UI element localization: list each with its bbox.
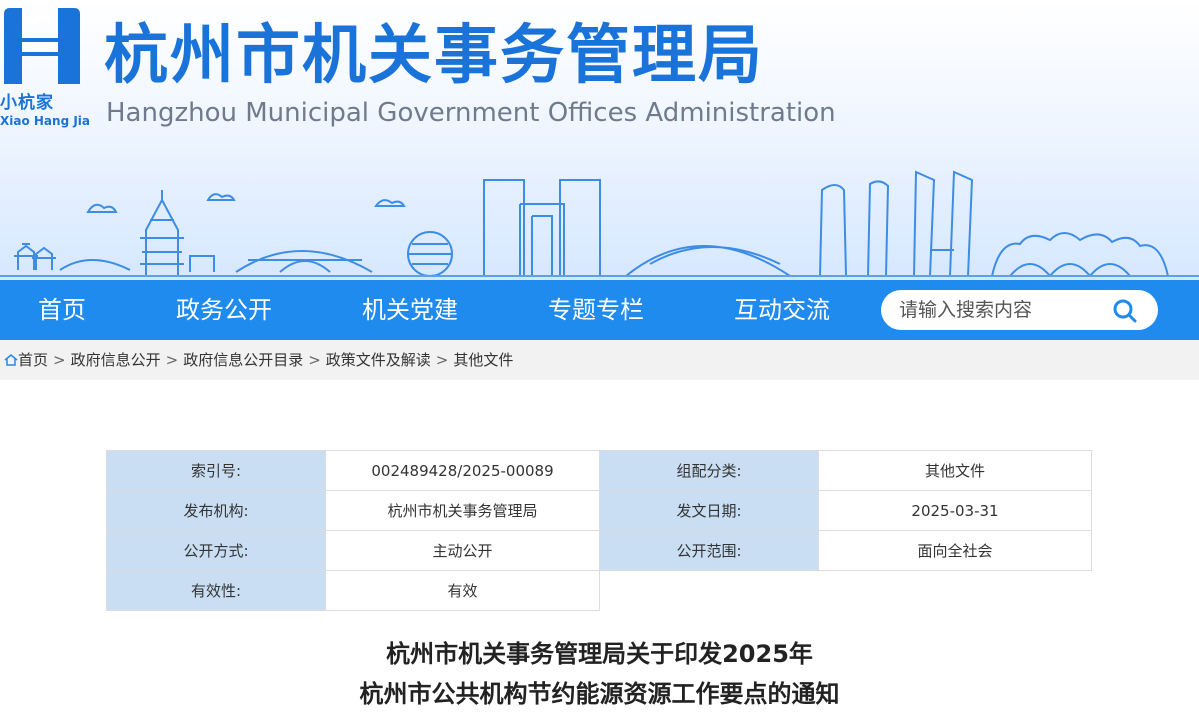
breadcrumb-bar: 首页 > 政府信息公开 > 政府信息公开目录 > 政策文件及解读 > 其他文件 xyxy=(0,340,1199,380)
category-value: 其他文件 xyxy=(818,450,1092,491)
category-label: 组配分类: xyxy=(599,450,819,491)
search-icon[interactable] xyxy=(1111,297,1139,325)
search-box xyxy=(881,290,1158,330)
home-icon xyxy=(4,354,18,366)
date-value: 2025-03-31 xyxy=(818,490,1092,531)
nav-item-party-building[interactable]: 机关党建 xyxy=(362,280,458,340)
breadcrumb-other-docs[interactable]: 其他文件 xyxy=(453,351,513,369)
breadcrumb-gov-info[interactable]: 政府信息公开 xyxy=(71,351,161,369)
date-label: 发文日期: xyxy=(599,490,819,531)
logo-icon xyxy=(4,8,80,84)
site-subtitle: Hangzhou Municipal Government Offices Ad… xyxy=(106,98,836,128)
article-title-line1: 杭州市机关事务管理局关于印发2025年 xyxy=(386,640,813,668)
article-title-line2: 杭州市公共机构节约能源资源工作要点的通知 xyxy=(359,680,840,708)
breadcrumb: 首页 > 政府信息公开 > 政府信息公开目录 > 政策文件及解读 > 其他文件 xyxy=(4,340,513,380)
method-value: 主动公开 xyxy=(325,530,600,571)
breadcrumb-gov-info-catalog[interactable]: 政府信息公开目录 xyxy=(183,351,303,369)
method-label: 公开方式: xyxy=(106,530,326,571)
city-skyline-illustration xyxy=(0,170,1199,277)
site-title: 杭州市机关事务管理局 xyxy=(104,19,764,93)
scope-label: 公开范围: xyxy=(599,530,819,571)
scope-value: 面向全社会 xyxy=(818,530,1092,571)
issuer-value: 杭州市机关事务管理局 xyxy=(325,490,600,531)
validity-value: 有效 xyxy=(325,570,600,611)
nav-item-home[interactable]: 首页 xyxy=(38,280,86,340)
validity-label: 有效性: xyxy=(106,570,326,611)
table-row: 索引号: 002489428/2025-00089 组配分类: 其他文件 xyxy=(106,450,1092,491)
table-row: 有效性: 有效 xyxy=(106,570,1092,611)
index-value: 002489428/2025-00089 xyxy=(325,450,600,491)
logo-text-cn: 小杭家 xyxy=(0,93,54,113)
article-title: 杭州市机关事务管理局关于印发2025年 杭州市公共机构节约能源资源工作要点的通知 xyxy=(0,634,1199,714)
search-input[interactable] xyxy=(899,290,1109,330)
nav-item-interaction[interactable]: 互动交流 xyxy=(734,280,830,340)
logo-text-en: Xiao Hang Jia xyxy=(0,114,91,128)
breadcrumb-policy-docs[interactable]: 政策文件及解读 xyxy=(326,351,431,369)
site-banner: 小杭家 Xiao Hang Jia 杭州市机关事务管理局 Hangzhou Mu… xyxy=(0,0,1199,280)
issuer-label: 发布机构: xyxy=(106,490,326,531)
document-info-table: 索引号: 002489428/2025-00089 组配分类: 其他文件 发布机… xyxy=(106,450,1092,611)
nav-item-special-topics[interactable]: 专题专栏 xyxy=(548,280,644,340)
nav-item-government-affairs[interactable]: 政务公开 xyxy=(176,280,272,340)
table-row: 公开方式: 主动公开 公开范围: 面向全社会 xyxy=(106,530,1092,571)
breadcrumb-home[interactable]: 首页 xyxy=(18,351,48,369)
index-label: 索引号: xyxy=(106,450,326,491)
table-row: 发布机构: 杭州市机关事务管理局 发文日期: 2025-03-31 xyxy=(106,490,1092,531)
